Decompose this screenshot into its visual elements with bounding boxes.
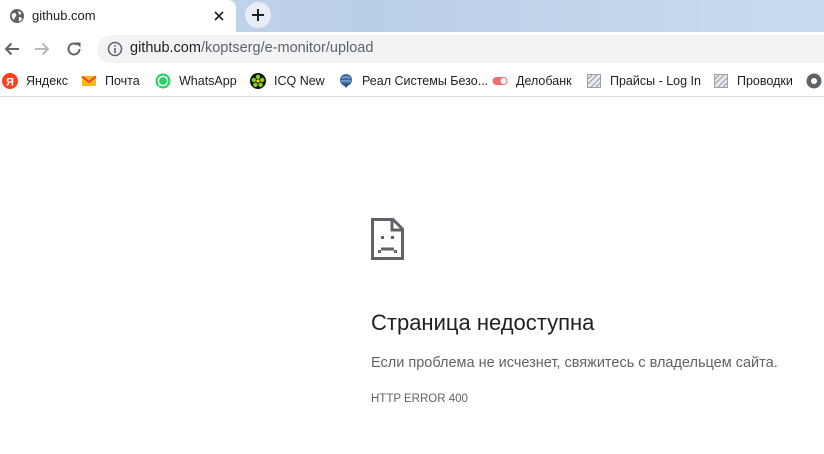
url-path: /koptserg/e-monitor/upload bbox=[200, 40, 374, 56]
arrow-left-icon bbox=[4, 42, 19, 56]
bookmark-prices[interactable]: Прайсы - Log In bbox=[586, 72, 701, 90]
bookmark-delobank[interactable]: Делобанк bbox=[492, 72, 572, 90]
error-code: HTTP ERROR 400 bbox=[371, 393, 468, 405]
broken-page-icon bbox=[714, 74, 728, 88]
bookmark-label: Делобанк bbox=[516, 74, 572, 88]
mail-icon bbox=[81, 75, 97, 86]
bookmark-chrome-partial[interactable] bbox=[806, 72, 824, 90]
address-bar[interactable]: github.com/koptserg/e-monitor/upload bbox=[97, 35, 824, 63]
globe-shield-icon bbox=[340, 74, 352, 88]
whatsapp-icon bbox=[155, 73, 171, 89]
bookmark-label: Прайсы - Log In bbox=[610, 74, 701, 88]
bookmark-real-systems[interactable]: Реал Системы Безо... bbox=[338, 72, 488, 90]
tab-strip: github.com bbox=[0, 0, 824, 32]
url-text[interactable]: github.com/koptserg/e-monitor/upload bbox=[130, 40, 373, 56]
sad-page-icon bbox=[371, 218, 404, 260]
bookmark-yandex[interactable]: Я Яндекс bbox=[2, 72, 68, 90]
bookmark-provodki[interactable]: Проводки bbox=[713, 72, 793, 90]
bookmark-label: ICQ New bbox=[274, 74, 325, 88]
bookmarks-bar: Я Яндекс Почта WhatsApp ICQ New Реал Сис… bbox=[0, 66, 824, 97]
chrome-icon bbox=[806, 73, 822, 89]
bookmark-label: Почта bbox=[105, 74, 140, 88]
new-tab-button[interactable] bbox=[245, 2, 271, 28]
toggle-icon bbox=[492, 77, 508, 85]
close-icon[interactable] bbox=[211, 8, 227, 24]
bookmark-mail[interactable]: Почта bbox=[81, 72, 140, 90]
forward-button[interactable] bbox=[30, 37, 54, 61]
bookmark-whatsapp[interactable]: WhatsApp bbox=[155, 72, 237, 90]
bookmark-label: Реал Системы Безо... bbox=[362, 74, 489, 88]
reload-icon bbox=[67, 42, 81, 56]
browser-tab[interactable]: github.com bbox=[0, 0, 236, 32]
bookmark-label: Проводки bbox=[737, 74, 793, 88]
broken-page-icon bbox=[587, 74, 601, 88]
bookmark-icq[interactable]: ICQ New bbox=[250, 72, 325, 90]
error-description: Если проблема не исчезнет, свяжитесь с в… bbox=[371, 355, 778, 371]
error-title: Страница недоступна bbox=[371, 310, 595, 335]
url-host: github.com bbox=[130, 40, 201, 56]
icq-icon bbox=[250, 73, 266, 89]
browser-toolbar: github.com/koptserg/e-monitor/upload bbox=[0, 32, 824, 66]
back-button[interactable] bbox=[0, 37, 24, 61]
tab-title: github.com bbox=[32, 8, 96, 23]
arrow-right-icon bbox=[35, 42, 50, 56]
globe-icon bbox=[9, 8, 25, 24]
reload-button[interactable] bbox=[62, 37, 86, 61]
yandex-icon: Я bbox=[2, 73, 18, 89]
bookmark-label: Яндекс bbox=[26, 74, 69, 88]
plus-icon bbox=[252, 9, 264, 21]
bookmark-label: WhatsApp bbox=[179, 74, 237, 88]
svg-text:Я: Я bbox=[6, 77, 14, 89]
info-icon[interactable] bbox=[107, 41, 123, 57]
